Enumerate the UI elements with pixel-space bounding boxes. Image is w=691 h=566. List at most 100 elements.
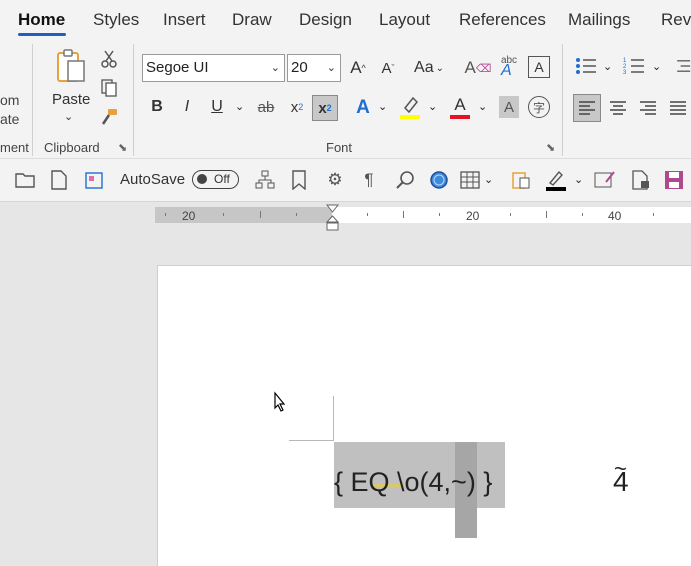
pen-color-icon[interactable] — [545, 169, 567, 191]
tab-review[interactable]: Revi — [661, 10, 691, 30]
tab-references[interactable]: References — [459, 10, 546, 30]
table-chevron-down-icon[interactable]: ⌄ — [484, 173, 493, 186]
enclose-characters-icon[interactable]: 字 — [528, 96, 550, 118]
align-left-button[interactable] — [573, 94, 601, 122]
ruler-label: 20 — [466, 209, 480, 223]
numbering-icon[interactable]: 123 — [622, 54, 646, 78]
text-effects-button[interactable]: A — [350, 95, 376, 121]
format-painter-icon[interactable] — [98, 106, 120, 128]
italic-button[interactable]: I — [176, 95, 198, 119]
font-color-button[interactable]: A — [448, 93, 472, 121]
new-document-icon[interactable] — [48, 169, 70, 191]
align-right-button[interactable] — [635, 94, 661, 122]
tab-home[interactable]: Home — [18, 10, 65, 30]
open-folder-icon[interactable] — [14, 169, 36, 191]
bullets-chevron-down-icon[interactable]: ⌄ — [603, 60, 612, 73]
document-edit-icon[interactable] — [630, 169, 652, 191]
underline-chevron-down-icon[interactable]: ⌄ — [235, 100, 244, 113]
ruler-tick — [510, 213, 511, 216]
group-label-partial: ment — [0, 140, 29, 155]
highlight-color-button[interactable] — [398, 93, 422, 121]
ribbon-tabs: Home Styles Insert Draw Design Layout Re… — [0, 0, 691, 40]
font-color-chevron-down-icon[interactable]: ⌄ — [478, 100, 487, 113]
copy-icon[interactable] — [98, 77, 120, 99]
subscript-icon: x — [290, 98, 299, 116]
font-group-label: Font — [326, 140, 353, 155]
search-icon[interactable] — [394, 169, 416, 191]
horizontal-ruler[interactable]: 20 20 40 — [0, 202, 691, 232]
ruler-tick — [296, 213, 297, 216]
ruler-tick — [403, 211, 404, 218]
numbering-chevron-down-icon[interactable]: ⌄ — [652, 60, 661, 73]
character-shading-button[interactable]: A — [499, 96, 519, 118]
clipboard-group-label: Clipboard — [44, 140, 100, 155]
ruler-label: 20 — [182, 209, 196, 223]
indent-markers[interactable] — [326, 204, 339, 232]
underline-button[interactable]: U — [206, 95, 228, 119]
document-page[interactable]: { EQ \o(4,~) } 4 ~ — [157, 265, 691, 566]
grow-font-button[interactable]: A ^ — [346, 55, 370, 81]
ruler-tick — [546, 211, 547, 218]
group-separator — [32, 44, 33, 156]
subscript-button[interactable]: x2 — [286, 95, 308, 119]
ruler-text-area — [332, 207, 691, 223]
tab-design[interactable]: Design — [299, 10, 352, 30]
autosave-toggle[interactable]: Off — [192, 170, 239, 189]
autosave-label: AutoSave — [120, 171, 186, 188]
font-name-select[interactable]: Segoe UI ⌄ — [142, 54, 285, 82]
save-icon[interactable] — [663, 169, 685, 191]
ruler-tick — [439, 213, 440, 216]
change-case-button[interactable]: Aa ⌄ — [410, 55, 448, 81]
cut-icon[interactable] — [98, 48, 120, 70]
italic-icon: I — [184, 98, 190, 115]
paste-chevron-down-icon[interactable]: ⌄ — [64, 110, 73, 123]
ruler-tick — [165, 213, 166, 216]
bold-button[interactable]: B — [146, 95, 168, 119]
text-effects-chevron-down-icon[interactable]: ⌄ — [378, 100, 387, 113]
multilevel-list-icon[interactable] — [672, 54, 691, 78]
ruler-tick — [367, 213, 368, 216]
tab-insert[interactable]: Insert — [163, 10, 206, 30]
font-color-swatch — [450, 115, 470, 119]
chevron-down-icon: ⌄ — [270, 62, 280, 74]
highlight-chevron-down-icon[interactable]: ⌄ — [428, 100, 437, 113]
align-center-button[interactable] — [605, 94, 631, 122]
paste-icon[interactable] — [50, 46, 90, 86]
underline-icon: U — [211, 98, 223, 115]
justify-button[interactable] — [665, 94, 691, 122]
font-launcher-icon[interactable]: ⬊ — [546, 141, 555, 154]
pen-color-chevron-down-icon[interactable]: ⌄ — [574, 173, 583, 186]
field-code-text[interactable]: { EQ \o(4,~) } — [334, 467, 492, 498]
character-border-icon[interactable]: A — [528, 56, 550, 78]
clipboard-launcher-icon[interactable]: ⬊ — [118, 141, 127, 154]
table-icon[interactable] — [459, 169, 481, 191]
paste-button[interactable]: Paste — [52, 91, 90, 108]
character-shading-icon: A — [503, 98, 514, 116]
grow-font-icon: A — [350, 58, 362, 77]
font-size-value: 20 — [291, 59, 308, 76]
templates-icon[interactable] — [83, 169, 105, 191]
gear-icon[interactable]: ⚙ — [324, 169, 346, 191]
margin-corner-mark — [289, 440, 334, 441]
strikethrough-button[interactable]: ab — [254, 95, 278, 119]
circle-shape-icon[interactable] — [428, 169, 450, 191]
superscript-button[interactable]: x2 — [312, 95, 338, 121]
pilcrow-icon[interactable]: ¶ — [358, 169, 380, 191]
font-size-select[interactable]: 20 ⌄ — [287, 54, 341, 82]
quick-access-toolbar: AutoSave Off ⚙ ¶ ⌄ ⌄ — [0, 159, 691, 202]
tab-mailings[interactable]: Mailings — [568, 10, 630, 30]
ruler-label: 40 — [608, 209, 622, 223]
shrink-font-button[interactable]: Aˇ — [376, 55, 400, 81]
paste-special-icon[interactable] — [510, 169, 532, 191]
tab-layout[interactable]: Layout — [379, 10, 430, 30]
phonetic-guide-icon[interactable]: abc A — [496, 52, 522, 82]
tab-draw[interactable]: Draw — [232, 10, 272, 30]
bookmark-icon[interactable] — [288, 169, 310, 191]
bullets-icon[interactable] — [574, 54, 598, 78]
clear-formatting-icon[interactable]: A ⌫ — [465, 55, 492, 81]
field-result-overstrike-mark: ~ — [614, 456, 627, 481]
tab-styles[interactable]: Styles — [93, 10, 139, 30]
form-icon[interactable] — [594, 169, 616, 191]
active-tab-indicator — [18, 33, 66, 36]
org-chart-icon[interactable] — [254, 169, 276, 191]
